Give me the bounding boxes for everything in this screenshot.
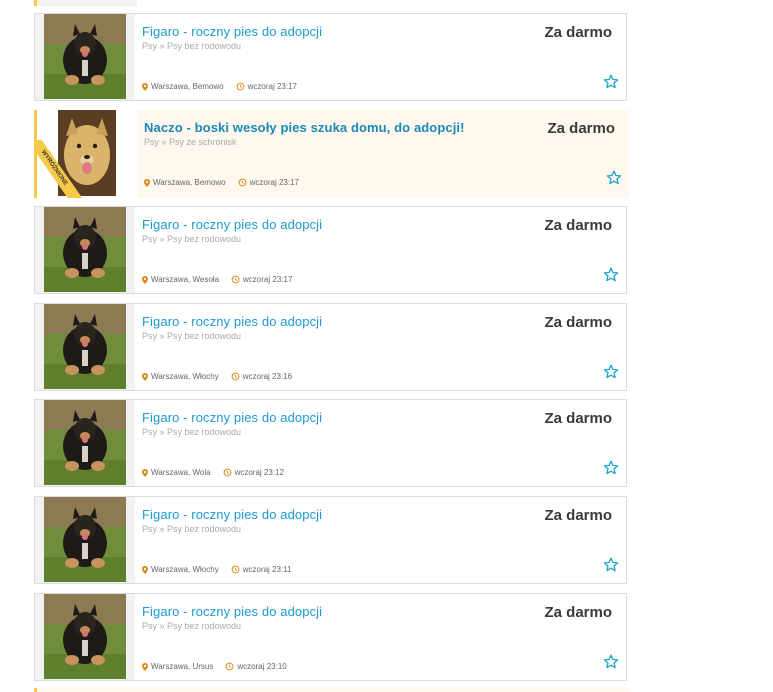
listing-location: Warszawa, Ursus bbox=[151, 662, 214, 671]
location-pin-icon bbox=[142, 468, 148, 477]
listing-thumbnail-area[interactable] bbox=[35, 14, 135, 100]
favorite-star-icon[interactable] bbox=[603, 557, 619, 573]
listing-location: Warszawa, Wesoła bbox=[151, 275, 220, 284]
location-pin-icon bbox=[142, 372, 148, 381]
listing-card[interactable]: Figaro - roczny pies do adopcji Psy » Ps… bbox=[34, 496, 627, 584]
listing-time: wczoraj 23:11 bbox=[242, 565, 292, 574]
listing-thumbnail-area[interactable] bbox=[35, 207, 135, 293]
listing-category: Psy » Psy bez rodowodu bbox=[142, 41, 242, 51]
listing-category: Psy » Psy bez rodowodu bbox=[142, 331, 242, 341]
history-clock-icon bbox=[231, 372, 240, 381]
listing-category: Psy » Psy bez rodowodu bbox=[142, 427, 242, 437]
favorite-star-icon[interactable] bbox=[603, 267, 619, 283]
listing-category: Psy » Psy bez rodowodu bbox=[142, 234, 242, 244]
listing-title-link[interactable]: Figaro - roczny pies do adopcji bbox=[142, 507, 322, 522]
listing-card[interactable]: Figaro - roczny pies do adopcji Psy » Ps… bbox=[34, 303, 627, 391]
featured-ribbon: WYRÓŻNIONE bbox=[34, 140, 92, 198]
listing-thumbnail-area[interactable] bbox=[35, 304, 135, 390]
listing-meta: Warszawa, Wesoła wczoraj 23:17 bbox=[142, 275, 292, 284]
listing-photo[interactable] bbox=[44, 400, 126, 485]
listing-thumbnail-area[interactable] bbox=[35, 594, 135, 680]
history-clock-icon bbox=[225, 662, 234, 671]
history-clock-icon bbox=[231, 275, 240, 284]
listing-price: Za darmo bbox=[544, 24, 612, 41]
listing-photo[interactable] bbox=[44, 594, 126, 679]
listing-category: Psy » Psy bez rodowodu bbox=[142, 524, 242, 534]
next-listing-stub bbox=[34, 688, 630, 692]
location-pin-icon bbox=[142, 82, 148, 91]
listing-time: wczoraj 23:17 bbox=[243, 275, 293, 284]
listing-card[interactable]: Figaro - roczny pies do adopcji Psy » Ps… bbox=[34, 206, 627, 294]
listing-location: Warszawa, Bemowo bbox=[153, 178, 226, 187]
listing-title-link[interactable]: Figaro - roczny pies do adopcji bbox=[142, 217, 322, 232]
featured-badge-label: WYRÓŻNIONE bbox=[34, 140, 82, 198]
listing-location: Warszawa, Włochy bbox=[151, 372, 219, 381]
listing-meta: Warszawa, Ursus wczoraj 23:10 bbox=[142, 662, 287, 671]
history-clock-icon bbox=[231, 565, 240, 574]
listing-photo[interactable] bbox=[44, 207, 126, 292]
listing-price: Za darmo bbox=[544, 604, 612, 621]
location-pin-icon bbox=[142, 275, 148, 284]
listing-photo[interactable] bbox=[44, 14, 126, 99]
location-pin-icon bbox=[142, 662, 148, 671]
listing-card[interactable]: Figaro - roczny pies do adopcji Psy » Ps… bbox=[34, 399, 627, 487]
listing-price: Za darmo bbox=[544, 217, 612, 234]
listing-meta: Warszawa, Bemowo wczoraj 23:17 bbox=[142, 82, 297, 91]
listing-meta: Warszawa, Włochy wczoraj 23:11 bbox=[142, 565, 291, 574]
favorite-star-icon[interactable] bbox=[603, 460, 619, 476]
listing-meta: Warszawa, Bemowo wczoraj 23:17 bbox=[144, 178, 299, 187]
listing-price: Za darmo bbox=[544, 410, 612, 427]
listing-card[interactable]: Figaro - roczny pies do adopcji Psy » Ps… bbox=[34, 593, 627, 681]
listing-time: wczoraj 23:10 bbox=[237, 662, 287, 671]
listing-time: wczoraj 23:17 bbox=[249, 178, 299, 187]
listing-title-link[interactable]: Naczo - boski wesoły pies szuka domu, do… bbox=[144, 120, 465, 135]
listing-title-link[interactable]: Figaro - roczny pies do adopcji bbox=[142, 604, 322, 619]
featured-listing-card[interactable]: Naczo - boski wesoły pies szuka domu, do… bbox=[34, 110, 629, 198]
listing-price: Za darmo bbox=[544, 314, 612, 331]
listing-photo[interactable] bbox=[44, 497, 126, 582]
previous-listing-stub bbox=[34, 0, 137, 6]
listing-meta: Warszawa, Włochy wczoraj 23:16 bbox=[142, 372, 292, 381]
history-clock-icon bbox=[236, 82, 245, 91]
favorite-star-icon[interactable] bbox=[603, 654, 619, 670]
listing-thumbnail-area[interactable] bbox=[35, 497, 135, 583]
listing-photo[interactable] bbox=[44, 304, 126, 389]
history-clock-icon bbox=[223, 468, 231, 477]
listing-category: Psy » Psy bez rodowodu bbox=[142, 621, 242, 631]
listing-title-link[interactable]: Figaro - roczny pies do adopcji bbox=[142, 24, 322, 39]
listing-thumbnail-area[interactable] bbox=[35, 400, 135, 486]
location-pin-icon bbox=[142, 565, 148, 574]
favorite-star-icon[interactable] bbox=[603, 74, 619, 90]
listing-location: Warszawa, Włochy bbox=[151, 565, 219, 574]
listing-price: Za darmo bbox=[544, 507, 612, 524]
location-pin-icon bbox=[144, 178, 150, 187]
favorite-star-icon[interactable] bbox=[606, 170, 622, 186]
history-clock-icon bbox=[238, 178, 247, 187]
listing-title-link[interactable]: Figaro - roczny pies do adopcji bbox=[142, 410, 322, 425]
listing-location: Warszawa, Bemowo bbox=[151, 82, 224, 91]
listing-location: Warszawa, Wola bbox=[151, 468, 211, 477]
listing-time: wczoraj 23:12 bbox=[234, 468, 284, 477]
listing-time: wczoraj 23:16 bbox=[242, 372, 293, 381]
listing-category: Psy » Psy ze schronisk bbox=[144, 137, 237, 147]
listing-card[interactable]: Figaro - roczny pies do adopcji Psy » Ps… bbox=[34, 13, 627, 101]
listing-title-link[interactable]: Figaro - roczny pies do adopcji bbox=[142, 314, 322, 329]
listing-meta: Warszawa, Wola wczoraj 23:12 bbox=[142, 468, 284, 477]
favorite-star-icon[interactable] bbox=[603, 364, 619, 380]
listing-time: wczoraj 23:17 bbox=[247, 82, 297, 91]
listing-price: Za darmo bbox=[547, 120, 615, 137]
